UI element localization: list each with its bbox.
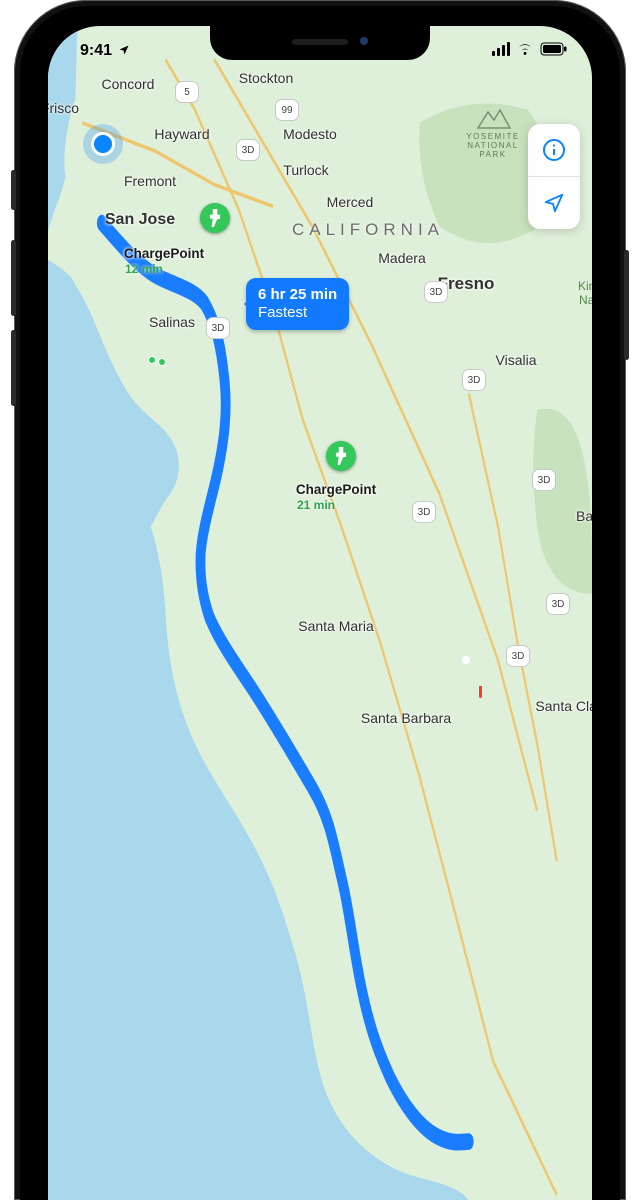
city-madera: Madera bbox=[378, 250, 425, 266]
shield-5: 5 bbox=[175, 81, 199, 103]
city-concord: Concord bbox=[102, 76, 155, 92]
city-hayward: Hayward bbox=[154, 126, 209, 142]
poi-dot bbox=[159, 359, 165, 365]
city-frisco: Frisco bbox=[48, 100, 79, 116]
city-santa-clarita: Santa Clarit bbox=[535, 698, 592, 714]
charge-stop-name: ChargePoint bbox=[296, 482, 376, 497]
phone-frame: CALIFORNIA YOSEMITE NATIONAL PARK Kings … bbox=[14, 0, 626, 1200]
cellular-icon bbox=[492, 42, 511, 56]
notch bbox=[210, 26, 430, 60]
park-label-yosemite: YOSEMITE NATIONAL PARK bbox=[466, 132, 519, 160]
info-button[interactable] bbox=[528, 124, 580, 176]
destination-pin[interactable] bbox=[466, 660, 494, 698]
power-button bbox=[624, 250, 629, 360]
charge-stop-time: 12 min bbox=[125, 262, 163, 276]
side-button bbox=[11, 170, 16, 210]
wifi-icon bbox=[516, 42, 534, 56]
status-time: 9:41 bbox=[80, 42, 130, 60]
shield-3d: 3D bbox=[506, 645, 530, 667]
city-santa-maria: Santa Maria bbox=[298, 618, 373, 634]
volume-down-button bbox=[11, 330, 16, 406]
city-modesto: Modesto bbox=[283, 126, 337, 142]
city-salinas: Salinas bbox=[149, 314, 195, 330]
city-visalia: Visalia bbox=[496, 352, 537, 368]
screen: CALIFORNIA YOSEMITE NATIONAL PARK Kings … bbox=[48, 26, 592, 1200]
shield-3d: 3D bbox=[546, 593, 570, 615]
city-merced: Merced bbox=[327, 194, 374, 210]
city-fremont: Fremont bbox=[124, 173, 176, 189]
mountain-icon bbox=[474, 106, 512, 130]
ev-charger-pin[interactable] bbox=[200, 203, 230, 233]
shield-99: 99 bbox=[275, 99, 299, 121]
city-bake: Bake bbox=[576, 508, 592, 524]
state-label: CALIFORNIA bbox=[292, 220, 444, 240]
map-controls bbox=[528, 124, 580, 229]
locate-me-button[interactable] bbox=[528, 177, 580, 229]
charge-stop-time: 21 min bbox=[297, 498, 335, 512]
battery-icon bbox=[540, 42, 568, 56]
city-san-jose: San Jose bbox=[105, 211, 175, 229]
shield-3d: 3D bbox=[462, 369, 486, 391]
shield-3d: 3D bbox=[532, 469, 556, 491]
user-location-marker[interactable] bbox=[91, 132, 115, 156]
route-summary-callout[interactable]: 6 hr 25 min Fastest bbox=[246, 278, 349, 330]
poi-dot bbox=[149, 357, 155, 363]
volume-up-button bbox=[11, 240, 16, 316]
shield-3d: 3D bbox=[236, 139, 260, 161]
route-duration: 6 hr 25 min bbox=[258, 286, 337, 304]
shield-3d: 3D bbox=[206, 317, 230, 339]
charge-stop-name: ChargePoint bbox=[124, 246, 204, 261]
shield-3d: 3D bbox=[424, 281, 448, 303]
park-label-kings: Kings Natio bbox=[578, 280, 592, 308]
city-santa-barbara: Santa Barbara bbox=[361, 710, 451, 726]
map-canvas[interactable]: CALIFORNIA YOSEMITE NATIONAL PARK Kings … bbox=[48, 26, 592, 1200]
shield-3d: 3D bbox=[412, 501, 436, 523]
city-stockton: Stockton bbox=[239, 70, 293, 86]
route-qualifier: Fastest bbox=[258, 304, 337, 322]
city-turlock: Turlock bbox=[283, 162, 328, 178]
ev-charger-pin[interactable] bbox=[326, 441, 356, 471]
